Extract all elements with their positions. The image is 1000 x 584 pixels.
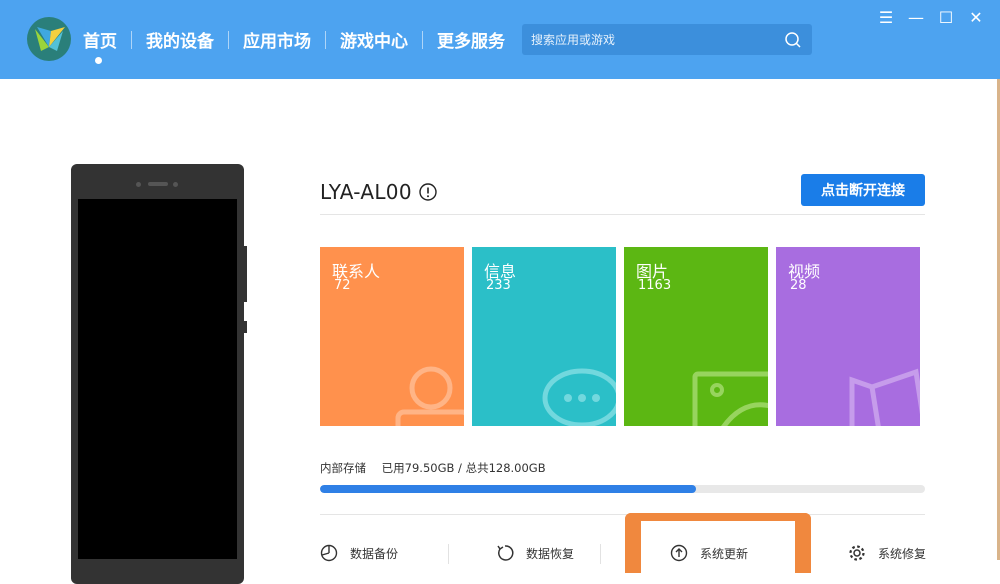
nav-home[interactable]: 首页 — [83, 27, 131, 64]
backup-icon — [320, 544, 338, 562]
search-icon[interactable] — [784, 31, 802, 49]
active-indicator — [95, 57, 102, 64]
contacts-tile[interactable]: 联系人 72 — [320, 247, 464, 426]
close-icon[interactable]: ✕ — [966, 8, 986, 28]
disconnect-button[interactable]: 点击断开连接 — [801, 174, 925, 206]
divider — [320, 214, 925, 215]
minimize-icon[interactable]: — — [906, 8, 926, 28]
system-update-label: 系统更新 — [700, 546, 749, 561]
nav-more-services[interactable]: 更多服务 — [423, 27, 519, 52]
search-box — [522, 24, 812, 55]
phone-volume-button — [244, 246, 247, 302]
nav-game-center[interactable]: 游戏中心 — [326, 27, 422, 52]
nav-home-label: 首页 — [83, 32, 117, 52]
nav-more-services-label: 更多服务 — [437, 32, 505, 52]
info-icon[interactable] — [419, 183, 437, 201]
system-repair-label: 系统修复 — [878, 546, 927, 561]
phone-illustration — [71, 164, 247, 584]
restore-button[interactable]: 数据恢复 — [496, 538, 574, 568]
divider — [320, 514, 925, 515]
storage-label: 内部存储 — [320, 461, 366, 475]
backup-label: 数据备份 — [350, 546, 399, 561]
update-icon — [670, 544, 688, 562]
search-input[interactable] — [522, 24, 784, 55]
videos-count: 28 — [790, 278, 807, 293]
nav-my-devices[interactable]: 我的设备 — [132, 27, 228, 52]
phone-speaker — [148, 182, 168, 186]
contacts-count: 72 — [334, 278, 351, 293]
nav-my-devices-label: 我的设备 — [146, 32, 214, 52]
storage-bar-fill — [320, 485, 696, 493]
messages-tile[interactable]: 信息 233 — [472, 247, 616, 426]
menu-icon[interactable]: ☰ — [876, 8, 896, 28]
logo-icon — [35, 27, 65, 51]
top-bar: 首页 我的设备 应用市场 游戏中心 更多服务 ☰ — ☐ ✕ — [0, 0, 1000, 79]
system-update-button[interactable]: 系统更新 — [670, 538, 748, 568]
storage-info: 内部存储 已用79.50GB / 总共128.00GB — [320, 460, 546, 476]
app-logo — [27, 17, 71, 61]
photos-tile[interactable]: 图片 1163 — [624, 247, 768, 426]
storage-bar — [320, 485, 925, 493]
device-name: LYA-AL00 — [320, 180, 412, 204]
tool-separator — [600, 544, 601, 564]
videos-tile[interactable]: 视频 28 — [776, 247, 920, 426]
backup-button[interactable]: 数据备份 — [320, 538, 398, 568]
nav-app-market-label: 应用市场 — [243, 32, 311, 52]
phone-power-button — [244, 321, 247, 333]
nav-app-market[interactable]: 应用市场 — [229, 27, 325, 52]
storage-usage: 已用79.50GB / 总共128.00GB — [381, 461, 546, 475]
nav-game-center-label: 游戏中心 — [340, 32, 408, 52]
repair-icon — [849, 545, 865, 561]
maximize-icon[interactable]: ☐ — [936, 8, 956, 28]
system-repair-button[interactable]: 系统修复 — [848, 538, 926, 568]
restore-icon — [497, 545, 514, 561]
main-nav: 首页 我的设备 应用市场 游戏中心 更多服务 — [83, 0, 519, 79]
restore-label: 数据恢复 — [526, 546, 575, 561]
tool-separator — [448, 544, 449, 564]
window-controls: ☰ — ☐ ✕ — [866, 8, 986, 28]
phone-screen — [78, 199, 237, 559]
messages-count: 233 — [486, 278, 511, 293]
device-title: LYA-AL00 — [320, 180, 437, 204]
phone-sensor — [173, 182, 178, 187]
phone-camera — [136, 182, 141, 187]
photos-count: 1163 — [638, 278, 672, 293]
